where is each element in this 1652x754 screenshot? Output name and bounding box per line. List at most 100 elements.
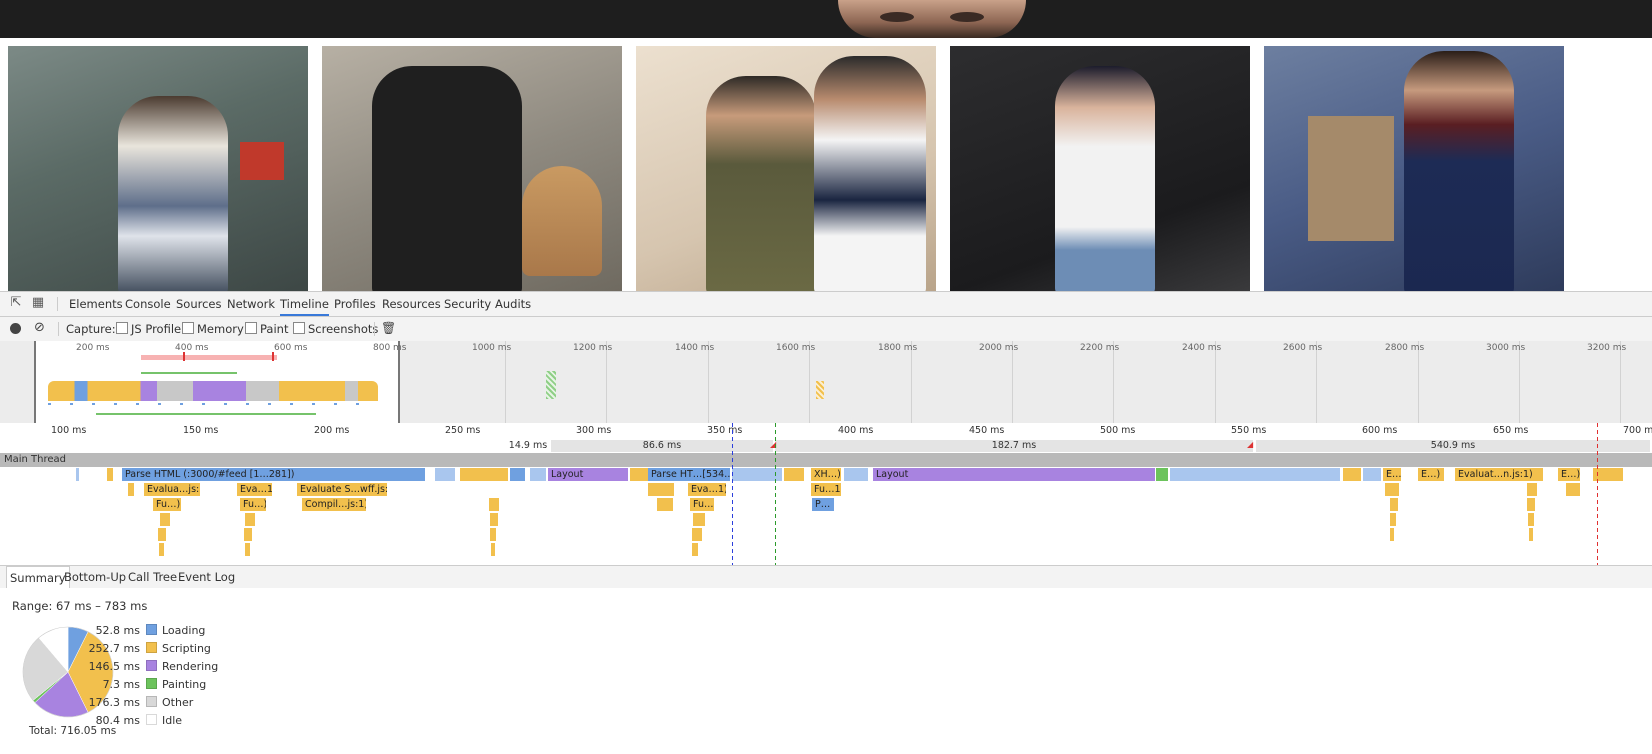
summary-legend: 52.8 ms Loading 252.7 ms Scripting 146.5 ms R…	[60, 622, 218, 730]
tab-security[interactable]: Security	[444, 292, 491, 316]
flame-event-layout[interactable]: Layout	[548, 468, 628, 481]
legend-row-rendering: 146.5 ms Rendering	[60, 658, 218, 676]
legend-name: Scripting	[162, 642, 211, 655]
main-thread-header[interactable]: Main Thread	[0, 453, 1652, 467]
tab-call-tree[interactable]: Call Tree	[125, 566, 180, 588]
flame-event-function[interactable]: Fu…)	[690, 498, 714, 511]
legend-swatch	[146, 642, 157, 653]
first-paint-marker	[775, 423, 776, 565]
legend-value: 176.3 ms	[88, 696, 140, 709]
range-label: Range: 67 ms – 783 ms	[12, 599, 148, 613]
page-header-banner	[0, 0, 1652, 38]
timeline-overview[interactable]: 1000 ms 1200 ms 1400 ms 1600 ms 1800 ms …	[0, 341, 1652, 424]
ruler-tick: 500 ms	[1100, 425, 1136, 436]
flame-event[interactable]: P…	[812, 498, 834, 511]
flame-event[interactable]: E…)	[1558, 468, 1580, 481]
total-label: Total: 716.05 ms	[29, 725, 117, 737]
overview-tick: 2200 ms	[1080, 343, 1120, 353]
flame-event-function[interactable]: Fu…)	[153, 498, 181, 511]
overview-tick: 2000 ms	[979, 343, 1019, 353]
legend-swatch	[146, 714, 157, 725]
legend-name: Loading	[162, 624, 206, 637]
overview-tick: 3200 ms	[1587, 343, 1627, 353]
feed-photo-4[interactable]	[950, 46, 1250, 291]
legend-name: Rendering	[162, 660, 219, 673]
legend-row-scripting: 252.7 ms Scripting	[60, 640, 218, 658]
memory-checkbox[interactable]: Memory	[182, 317, 244, 341]
flame-event-function[interactable]: Fu…)	[240, 498, 266, 511]
tab-console[interactable]: Console	[125, 292, 171, 316]
ruler-tick: 350 ms	[707, 425, 743, 436]
tab-event-log[interactable]: Event Log	[175, 566, 238, 588]
flame-event[interactable]: E…	[1383, 468, 1401, 481]
legend-value: 52.8 ms	[95, 624, 140, 637]
flame-event-evaluate[interactable]: Evalua…js:1)	[144, 483, 200, 496]
overview-tick: 3000 ms	[1486, 343, 1526, 353]
tab-profiles[interactable]: Profiles	[334, 292, 376, 316]
overview-tick: 2600 ms	[1283, 343, 1323, 353]
frame-duration[interactable]: 14.9 ms	[508, 440, 548, 452]
flame-event-function[interactable]: Fu…1)	[811, 483, 841, 496]
frame-duration[interactable]: 86.6 ms	[551, 440, 773, 452]
legend-name: Other	[162, 696, 194, 709]
overview-tick: 1800 ms	[878, 343, 918, 353]
overview-tick: 1200 ms	[573, 343, 613, 353]
frame-duration[interactable]: 182.7 ms	[775, 440, 1253, 452]
flame-event-parse-html[interactable]: Parse HT…[534…])	[648, 468, 730, 481]
ruler-tick: 650 ms	[1493, 425, 1529, 436]
timeline-toolbar: ⊘ Capture: JS Profile Memory Paint Scree…	[0, 317, 1652, 342]
paint-checkbox[interactable]: Paint	[245, 317, 288, 341]
ruler-tick: 450 ms	[969, 425, 1005, 436]
inspect-element-icon[interactable]: ⇱	[8, 295, 24, 311]
header-portrait-image	[838, 0, 1026, 38]
overview-tick: 400 ms	[175, 343, 209, 353]
legend-row-loading: 52.8 ms Loading	[60, 622, 218, 640]
tab-audits[interactable]: Audits	[495, 292, 531, 316]
overview-selection-window[interactable]: 200 ms 400 ms 600 ms 800 ms	[34, 341, 407, 423]
frames-row: 14.9 ms 86.6 ms 182.7 ms 540.9 ms ◢ ◢	[0, 439, 1652, 453]
ruler-tick: 200 ms	[314, 425, 350, 436]
flame-event-layout[interactable]: Layout	[873, 468, 1155, 481]
legend-value: 7.3 ms	[102, 678, 140, 691]
ruler-tick: 550 ms	[1231, 425, 1267, 436]
details-tab-bar: Summary Bottom-Up Call Tree Event Log	[0, 565, 1652, 589]
flame-event-evaluate[interactable]: Evaluate S…wff.js:1)	[297, 483, 387, 496]
record-icon[interactable]	[10, 323, 21, 334]
overview-tick: 2800 ms	[1385, 343, 1425, 353]
clear-icon[interactable]: ⊘	[34, 321, 48, 335]
capture-label: Capture:	[66, 322, 116, 336]
tab-timeline[interactable]: Timeline	[280, 292, 329, 316]
tab-bottom-up[interactable]: Bottom-Up	[61, 566, 129, 588]
tab-network[interactable]: Network	[227, 292, 275, 316]
feed-photo-5[interactable]	[1264, 46, 1564, 291]
main-thread-flame-chart[interactable]: Parse HTML (:3000/#feed [1…281]) Layout …	[0, 467, 1652, 565]
tab-resources[interactable]: Resources	[382, 292, 441, 316]
js-profile-checkbox[interactable]: JS Profile	[116, 317, 181, 341]
flame-event-xhr[interactable]: XH…)	[811, 468, 841, 481]
load-event-marker	[1597, 423, 1598, 565]
feed-photo-2[interactable]	[322, 46, 622, 291]
legend-swatch	[146, 624, 157, 635]
flame-event-compile[interactable]: Compil…js:1)	[302, 498, 366, 511]
flame-event-evaluate[interactable]: Eva…1)	[688, 483, 726, 496]
legend-row-other: 176.3 ms Other	[60, 694, 218, 712]
feed-photo-1[interactable]	[8, 46, 308, 291]
tab-sources[interactable]: Sources	[176, 292, 222, 316]
device-mode-icon[interactable]: ▦	[30, 295, 46, 311]
overview-tick: 600 ms	[274, 343, 308, 353]
legend-value: 252.7 ms	[88, 642, 140, 655]
screenshots-checkbox[interactable]: Screenshots	[293, 317, 378, 341]
ruler-tick: 400 ms	[838, 425, 874, 436]
dom-content-loaded-marker	[732, 423, 733, 565]
frame-duration[interactable]: 540.9 ms	[1256, 440, 1650, 452]
ruler-tick: 300 ms	[576, 425, 612, 436]
ruler-tick: 600 ms	[1362, 425, 1398, 436]
flame-event[interactable]: E…)	[1418, 468, 1444, 481]
overview-tick: 1400 ms	[675, 343, 715, 353]
flame-event-evaluate[interactable]: Evaluat…n.js:1)	[1455, 468, 1543, 481]
flame-event-evaluate[interactable]: Eva…1)	[237, 483, 272, 496]
flame-event-parse-html[interactable]: Parse HTML (:3000/#feed [1…281])	[122, 468, 425, 481]
feed-photo-3[interactable]	[636, 46, 936, 291]
tab-elements[interactable]: Elements	[69, 292, 123, 316]
trash-icon[interactable]: 🗑	[381, 321, 396, 336]
